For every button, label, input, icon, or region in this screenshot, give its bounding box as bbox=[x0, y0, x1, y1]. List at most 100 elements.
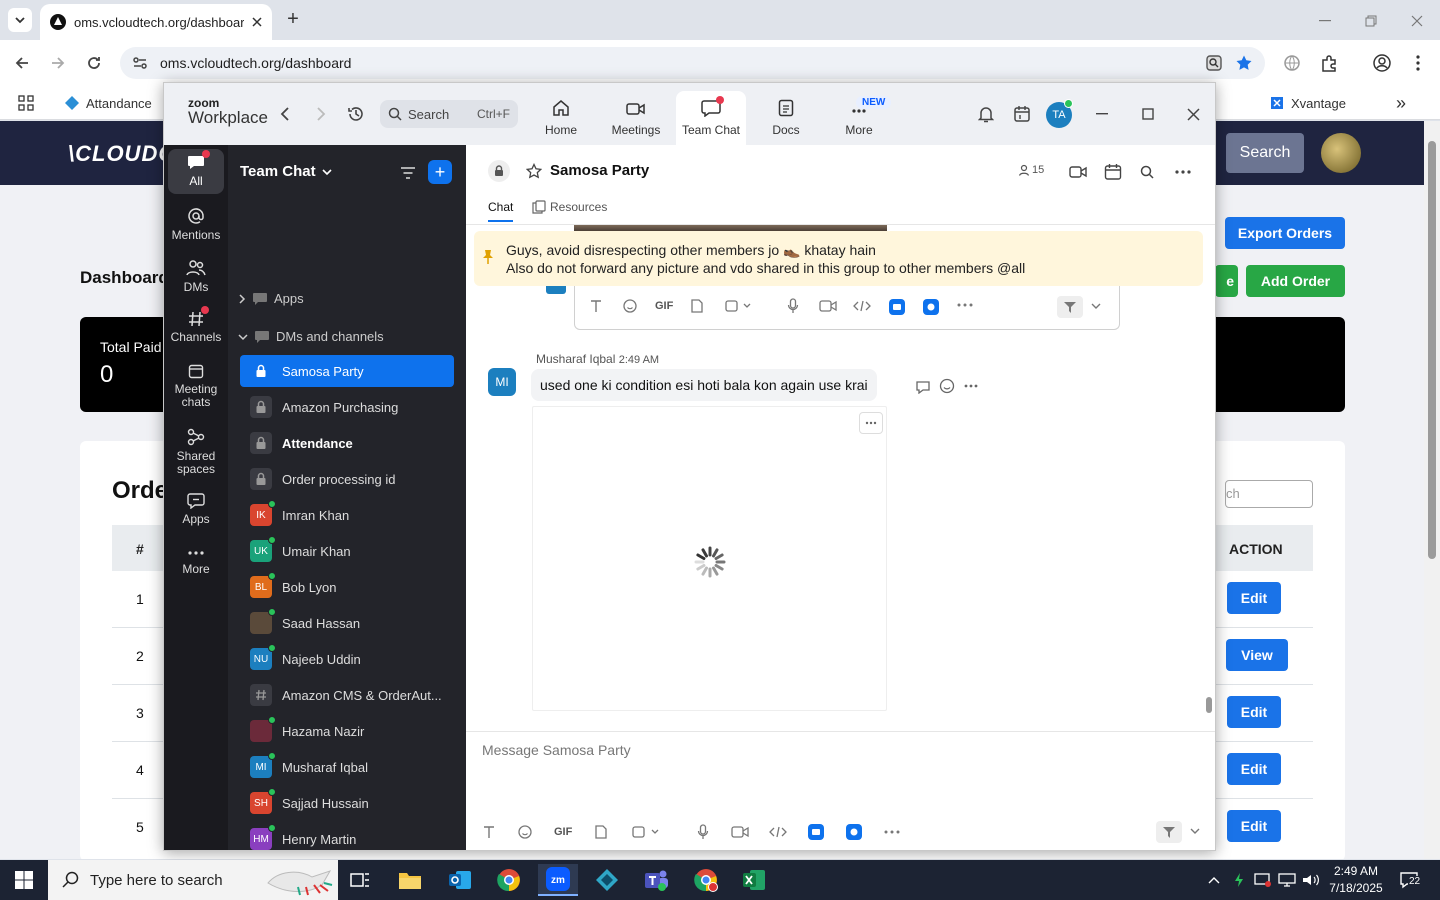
send-options-button[interactable] bbox=[1190, 827, 1200, 835]
task-view-button[interactable] bbox=[340, 864, 380, 896]
row-action-button[interactable]: View bbox=[1226, 639, 1288, 671]
group-dms-channels[interactable]: DMs and channels bbox=[238, 329, 384, 344]
profile-button[interactable] bbox=[1371, 52, 1393, 74]
page-scrollbar[interactable] bbox=[1424, 121, 1440, 859]
tab-home[interactable]: Home bbox=[526, 91, 596, 145]
add-order-button[interactable]: Add Order bbox=[1246, 265, 1345, 297]
rail-item-more[interactable]: More bbox=[168, 547, 224, 576]
taskbar-search[interactable]: Type here to search bbox=[48, 860, 338, 900]
video-call-button[interactable] bbox=[1067, 161, 1089, 183]
tab-docs[interactable]: Docs bbox=[751, 91, 821, 145]
schedule-meeting-button[interactable] bbox=[1102, 161, 1124, 183]
taskbar-file-explorer[interactable] bbox=[390, 864, 430, 896]
taskbar-zoom[interactable]: zm bbox=[538, 864, 578, 896]
channel-item[interactable]: MI Musharaf Iqbal bbox=[240, 751, 454, 783]
taskbar-outlook[interactable] bbox=[440, 864, 480, 896]
filter-button[interactable] bbox=[398, 163, 418, 183]
member-count[interactable]: 15 bbox=[1018, 164, 1044, 176]
search-in-chat-button[interactable] bbox=[1136, 161, 1158, 183]
scrollbar-thumb[interactable] bbox=[1428, 141, 1436, 559]
calendar-button[interactable] bbox=[1012, 104, 1032, 124]
app-button[interactable] bbox=[846, 824, 862, 840]
channel-item[interactable]: Samosa Party bbox=[240, 355, 454, 387]
emoji-button[interactable] bbox=[518, 825, 532, 839]
voice-message-button[interactable] bbox=[697, 824, 709, 840]
channel-item[interactable]: NU Najeeb Uddin bbox=[240, 643, 454, 675]
tray-volume-button[interactable] bbox=[1298, 864, 1324, 896]
bookmark-star-icon[interactable] bbox=[1235, 54, 1253, 72]
reload-button[interactable] bbox=[83, 52, 105, 74]
rail-item-dms[interactable]: DMs bbox=[168, 259, 224, 294]
extension-globe-button[interactable] bbox=[1281, 52, 1303, 74]
back-button[interactable] bbox=[11, 52, 33, 74]
rail-item-apps[interactable]: Apps bbox=[168, 493, 224, 526]
maximize-button[interactable] bbox=[1138, 104, 1158, 124]
tab-resources[interactable]: Resources bbox=[532, 200, 607, 214]
rail-item-meeting-chats[interactable]: Meeting chats bbox=[166, 363, 226, 409]
tray-power-icon-button[interactable] bbox=[1226, 864, 1252, 896]
taskbar-chrome[interactable] bbox=[489, 864, 529, 896]
zoom-search[interactable]: Search Ctrl+F bbox=[380, 100, 518, 128]
taskbar-chrome-profile[interactable] bbox=[686, 864, 726, 896]
close-button[interactable] bbox=[1183, 104, 1203, 124]
user-avatar[interactable] bbox=[1321, 133, 1361, 173]
system-clock[interactable]: 2:49 AM 7/18/2025 bbox=[1326, 863, 1386, 897]
new-chat-button[interactable]: + bbox=[428, 160, 452, 184]
message-more-button[interactable] bbox=[962, 377, 980, 395]
url-text[interactable]: oms.vcloudtech.org/dashboard bbox=[160, 55, 1193, 71]
apps-grid-button[interactable] bbox=[18, 92, 34, 114]
export-orders-button[interactable]: Export Orders bbox=[1225, 217, 1345, 249]
star-button[interactable] bbox=[524, 161, 544, 181]
screenshot-button[interactable] bbox=[632, 825, 660, 839]
notifications-button[interactable] bbox=[976, 104, 996, 124]
row-action-button[interactable]: Edit bbox=[1227, 582, 1281, 614]
reply-button[interactable] bbox=[914, 378, 932, 396]
forward-button[interactable] bbox=[312, 105, 330, 123]
row-action-button[interactable]: Edit bbox=[1227, 753, 1281, 785]
channel-item[interactable]: Attendance bbox=[240, 427, 454, 459]
history-button[interactable] bbox=[346, 104, 366, 124]
taskbar-app-diamond[interactable] bbox=[587, 864, 627, 896]
channel-item[interactable]: HM Henry Martin bbox=[240, 823, 454, 850]
channel-item[interactable]: Order processing id bbox=[240, 463, 454, 495]
channel-title[interactable]: Samosa Party bbox=[550, 162, 649, 179]
show-hidden-icons-button[interactable] bbox=[1200, 864, 1228, 896]
tray-network-button[interactable] bbox=[1274, 864, 1300, 896]
lens-icon[interactable] bbox=[1205, 54, 1223, 72]
close-icon[interactable] bbox=[252, 17, 262, 27]
chat-scrollbar-thumb[interactable] bbox=[1206, 697, 1212, 713]
bookmark-attandance[interactable]: Attandance bbox=[64, 92, 152, 114]
attach-file-button[interactable] bbox=[595, 825, 607, 839]
orders-search-input[interactable]: ch bbox=[1225, 480, 1313, 508]
browser-menu-button[interactable] bbox=[1407, 52, 1429, 74]
channel-item[interactable]: Amazon Purchasing bbox=[240, 391, 454, 423]
extensions-button[interactable] bbox=[1318, 52, 1340, 74]
tab-meetings[interactable]: Meetings bbox=[601, 91, 671, 145]
message-sender[interactable]: Musharaf Iqbal bbox=[536, 352, 615, 366]
send-button[interactable] bbox=[1156, 821, 1182, 843]
new-tab-button[interactable]: + bbox=[282, 8, 304, 30]
start-button[interactable] bbox=[0, 860, 48, 900]
channel-item[interactable]: SH Sajjad Hussain bbox=[240, 787, 454, 819]
channel-item[interactable]: IK Imran Khan bbox=[240, 499, 454, 531]
tab-team-chat[interactable]: Team Chat bbox=[676, 91, 746, 145]
site-info-icon[interactable] bbox=[132, 55, 148, 71]
row-action-button[interactable]: Edit bbox=[1227, 696, 1281, 728]
composer-more-button[interactable] bbox=[884, 830, 900, 834]
gif-button[interactable]: GIF bbox=[554, 826, 572, 838]
rail-item-mentions[interactable]: Mentions bbox=[168, 207, 224, 242]
address-bar[interactable]: oms.vcloudtech.org/dashboard bbox=[120, 47, 1265, 79]
video-message-button[interactable] bbox=[731, 825, 749, 839]
green-action-button[interactable]: e bbox=[1215, 265, 1238, 297]
tray-device-button[interactable] bbox=[1250, 864, 1276, 896]
bookmark-xvantage[interactable]: Xvantage bbox=[1269, 92, 1346, 114]
site-logo[interactable]: \CLOUDC bbox=[68, 141, 175, 167]
channel-item[interactable]: BL Bob Lyon bbox=[240, 571, 454, 603]
rail-item-channels[interactable]: Channels bbox=[168, 306, 224, 344]
taskbar-teams[interactable] bbox=[636, 864, 676, 896]
tab-chat[interactable]: Chat bbox=[488, 200, 514, 222]
channel-item[interactable]: Saad Hassan bbox=[240, 607, 454, 639]
code-snippet-button[interactable] bbox=[769, 825, 787, 839]
restore-window-button[interactable] bbox=[1360, 10, 1382, 32]
browser-tab[interactable]: oms.vcloudtech.org/dashboard bbox=[40, 4, 272, 40]
